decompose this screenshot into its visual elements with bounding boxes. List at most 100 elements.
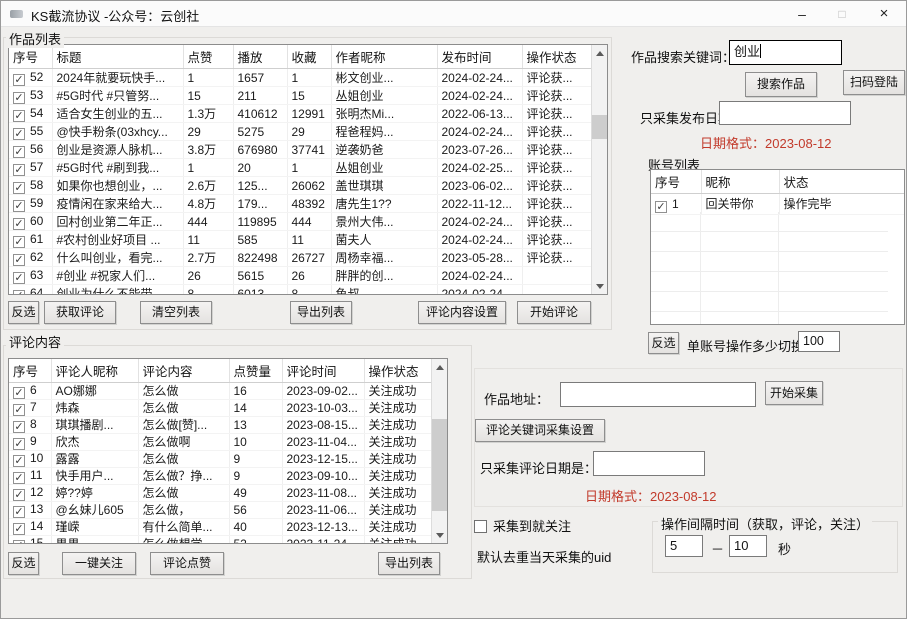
table-row[interactable]: ✓62什么叫创业，看完...2.7万82249826727周杨幸福...2023… xyxy=(9,249,592,267)
follow-on-collect-checkbox[interactable] xyxy=(474,520,487,533)
table-row[interactable]: ✓9欣杰怎么做啊102023-11-04...关注成功 xyxy=(9,434,432,451)
row-checkbox[interactable]: ✓ xyxy=(13,146,25,158)
column-header[interactable]: 播放 xyxy=(233,45,287,69)
interval-max-input[interactable]: 10 xyxy=(729,535,767,557)
row-checkbox[interactable]: ✓ xyxy=(13,455,25,467)
column-header[interactable]: 操作状态 xyxy=(364,359,432,383)
row-checkbox[interactable]: ✓ xyxy=(13,200,25,212)
comments-export-button[interactable]: 导出列表 xyxy=(378,552,440,575)
clear-list-button[interactable]: 清空列表 xyxy=(140,301,212,324)
column-header[interactable]: 评论时间 xyxy=(282,359,364,383)
column-header[interactable]: 序号 xyxy=(651,170,701,194)
works-invert-button[interactable]: 反选 xyxy=(8,301,39,324)
search-works-button[interactable]: 搜索作品 xyxy=(745,72,817,97)
table-row[interactable]: ✓15果果怎么做想学522023-11-24...关注成功 xyxy=(9,536,432,545)
table-row[interactable]: ✓11快手用户...怎么做？挣...92023-09-10...关注成功 xyxy=(9,468,432,485)
column-header[interactable]: 评论人昵称 xyxy=(51,359,138,383)
column-header[interactable]: 收藏 xyxy=(287,45,331,69)
table-row[interactable]: ✓60回村创业第二年正...444119895444景州大伟...2024-02… xyxy=(9,213,592,231)
minimize-button[interactable]: – xyxy=(782,1,822,27)
close-button[interactable]: × xyxy=(864,1,904,27)
interval-min-input[interactable]: 5 xyxy=(665,535,703,557)
row-checkbox[interactable]: ✓ xyxy=(13,128,25,140)
table-row[interactable]: ✓56创业是资源人脉机...3.8万67698037741逆袭奶爸2023-07… xyxy=(9,141,592,159)
row-checkbox[interactable]: ✓ xyxy=(13,523,25,535)
row-checkbox[interactable]: ✓ xyxy=(13,254,25,266)
row-checkbox[interactable]: ✓ xyxy=(13,236,25,248)
row-checkbox[interactable]: ✓ xyxy=(13,472,25,484)
column-header[interactable]: 作者昵称 xyxy=(331,45,437,69)
follow-on-collect-row[interactable]: 采集到就关注 xyxy=(474,516,571,536)
comment-content-settings-button[interactable]: 评论内容设置 xyxy=(418,301,506,324)
column-header[interactable]: 操作状态 xyxy=(522,45,592,69)
row-checkbox[interactable]: ✓ xyxy=(13,290,25,295)
column-header[interactable]: 点赞 xyxy=(183,45,233,69)
table-row[interactable]: ✓522024年就要玩快手...116571彬文创业...2024-02-24.… xyxy=(9,69,592,87)
row-checkbox[interactable]: ✓ xyxy=(13,164,25,176)
row-checkbox[interactable]: ✓ xyxy=(655,201,667,213)
row-checkbox[interactable]: ✓ xyxy=(13,272,25,284)
scrollbar-thumb[interactable] xyxy=(592,115,608,139)
qr-login-button[interactable]: 扫码登陆 xyxy=(843,70,905,95)
table-row[interactable]: ✓14瑾嵘有什么简单...402023-12-13...关注成功 xyxy=(9,519,432,536)
scroll-down-arrow[interactable] xyxy=(432,527,448,543)
scroll-up-arrow[interactable] xyxy=(432,359,448,375)
table-row[interactable]: ✓1回关带你操作完毕 xyxy=(651,194,904,215)
table-row[interactable]: ✓54适合女生创业的五...1.3万41061212991张明杰Mi...202… xyxy=(9,105,592,123)
works-vertical-scrollbar[interactable] xyxy=(591,45,607,294)
maximize-button[interactable]: □ xyxy=(822,1,862,27)
start-comment-button[interactable]: 开始评论 xyxy=(517,301,591,324)
row-checkbox[interactable]: ✓ xyxy=(13,404,25,416)
row-checkbox[interactable]: ✓ xyxy=(13,540,25,544)
keyword-input[interactable]: 创业 xyxy=(729,40,842,65)
table-row[interactable]: ✓57#5G时代 #刷到我...1201丛姐创业2024-02-25...评论获… xyxy=(9,159,592,177)
table-row[interactable]: ✓59疫情闲在家来给大...4.8万179...48392唐先生1??2022-… xyxy=(9,195,592,213)
table-row[interactable]: ✓63#创业 #祝家人们...26561526胖胖的创...2024-02-24… xyxy=(9,267,592,285)
column-header[interactable]: 点赞量 xyxy=(229,359,282,383)
table-row[interactable]: ✓6AO娜娜怎么做162023-09-02...关注成功 xyxy=(9,383,432,400)
table-row[interactable]: ✓58如果你也想创业，...2.6万125...26062盖世琪琪2023-06… xyxy=(9,177,592,195)
comment-keyword-settings-button[interactable]: 评论关键词采集设置 xyxy=(475,419,605,442)
accounts-invert-button[interactable]: 反选 xyxy=(648,332,679,354)
row-checkbox[interactable]: ✓ xyxy=(13,489,25,501)
row-checkbox[interactable]: ✓ xyxy=(13,218,25,230)
column-header[interactable]: 发布时间 xyxy=(437,45,522,69)
row-checkbox[interactable]: ✓ xyxy=(13,74,25,86)
table-row[interactable]: ✓12婷??婷怎么做492023-11-08...关注成功 xyxy=(9,485,432,502)
follow-all-button[interactable]: 一键关注 xyxy=(62,552,136,575)
scroll-down-arrow[interactable] xyxy=(592,278,608,294)
column-header[interactable]: 昵称 xyxy=(701,170,779,194)
table-row[interactable]: ✓61#农村创业好项目 ...1158511菌夫人2024-02-24...评论… xyxy=(9,231,592,249)
column-header[interactable]: 序号 xyxy=(9,359,51,383)
works-export-button[interactable]: 导出列表 xyxy=(290,301,352,324)
comment-date-input[interactable] xyxy=(593,451,705,476)
row-checkbox[interactable]: ✓ xyxy=(13,506,25,518)
row-checkbox[interactable]: ✓ xyxy=(13,387,25,399)
account-switch-input[interactable]: 100 xyxy=(798,331,840,352)
column-header[interactable]: 序号 xyxy=(9,45,52,69)
like-comments-button[interactable]: 评论点赞 xyxy=(150,552,224,575)
row-checkbox[interactable]: ✓ xyxy=(13,110,25,122)
table-row[interactable]: ✓55@快手粉条(03xhcy...29527529程爸程妈...2024-02… xyxy=(9,123,592,141)
work-url-input[interactable] xyxy=(560,382,756,407)
row-checkbox[interactable]: ✓ xyxy=(13,438,25,450)
comments-vertical-scrollbar[interactable] xyxy=(431,359,447,543)
row-checkbox[interactable]: ✓ xyxy=(13,421,25,433)
table-row[interactable]: ✓53#5G时代 #只管努...1521115丛姐创业2024-02-24...… xyxy=(9,87,592,105)
publish-date-input[interactable] xyxy=(719,101,851,125)
table-row[interactable]: ✓10露露怎么做92023-12-15...关注成功 xyxy=(9,451,432,468)
column-header[interactable]: 评论内容 xyxy=(138,359,229,383)
scroll-up-arrow[interactable] xyxy=(592,45,608,61)
get-comments-button[interactable]: 获取评论 xyxy=(44,301,116,324)
table-row[interactable]: ✓13@幺妹儿605怎么做，562023-11-06...关注成功 xyxy=(9,502,432,519)
table-row[interactable]: ✓7炜森怎么做142023-10-03...关注成功 xyxy=(9,400,432,417)
scrollbar-thumb[interactable] xyxy=(432,419,448,511)
column-header[interactable]: 标题 xyxy=(52,45,183,69)
comments-invert-button[interactable]: 反选 xyxy=(8,552,39,575)
table-row[interactable]: ✓64创业为什么不能带...860138鱼叔2024-02-24... xyxy=(9,285,592,296)
table-row[interactable]: ✓8琪琪播剧...怎么做[赞]...132023-08-15...关注成功 xyxy=(9,417,432,434)
start-collect-button[interactable]: 开始采集 xyxy=(765,381,823,405)
column-header[interactable]: 状态 xyxy=(779,170,904,194)
row-checkbox[interactable]: ✓ xyxy=(13,92,25,104)
row-checkbox[interactable]: ✓ xyxy=(13,182,25,194)
